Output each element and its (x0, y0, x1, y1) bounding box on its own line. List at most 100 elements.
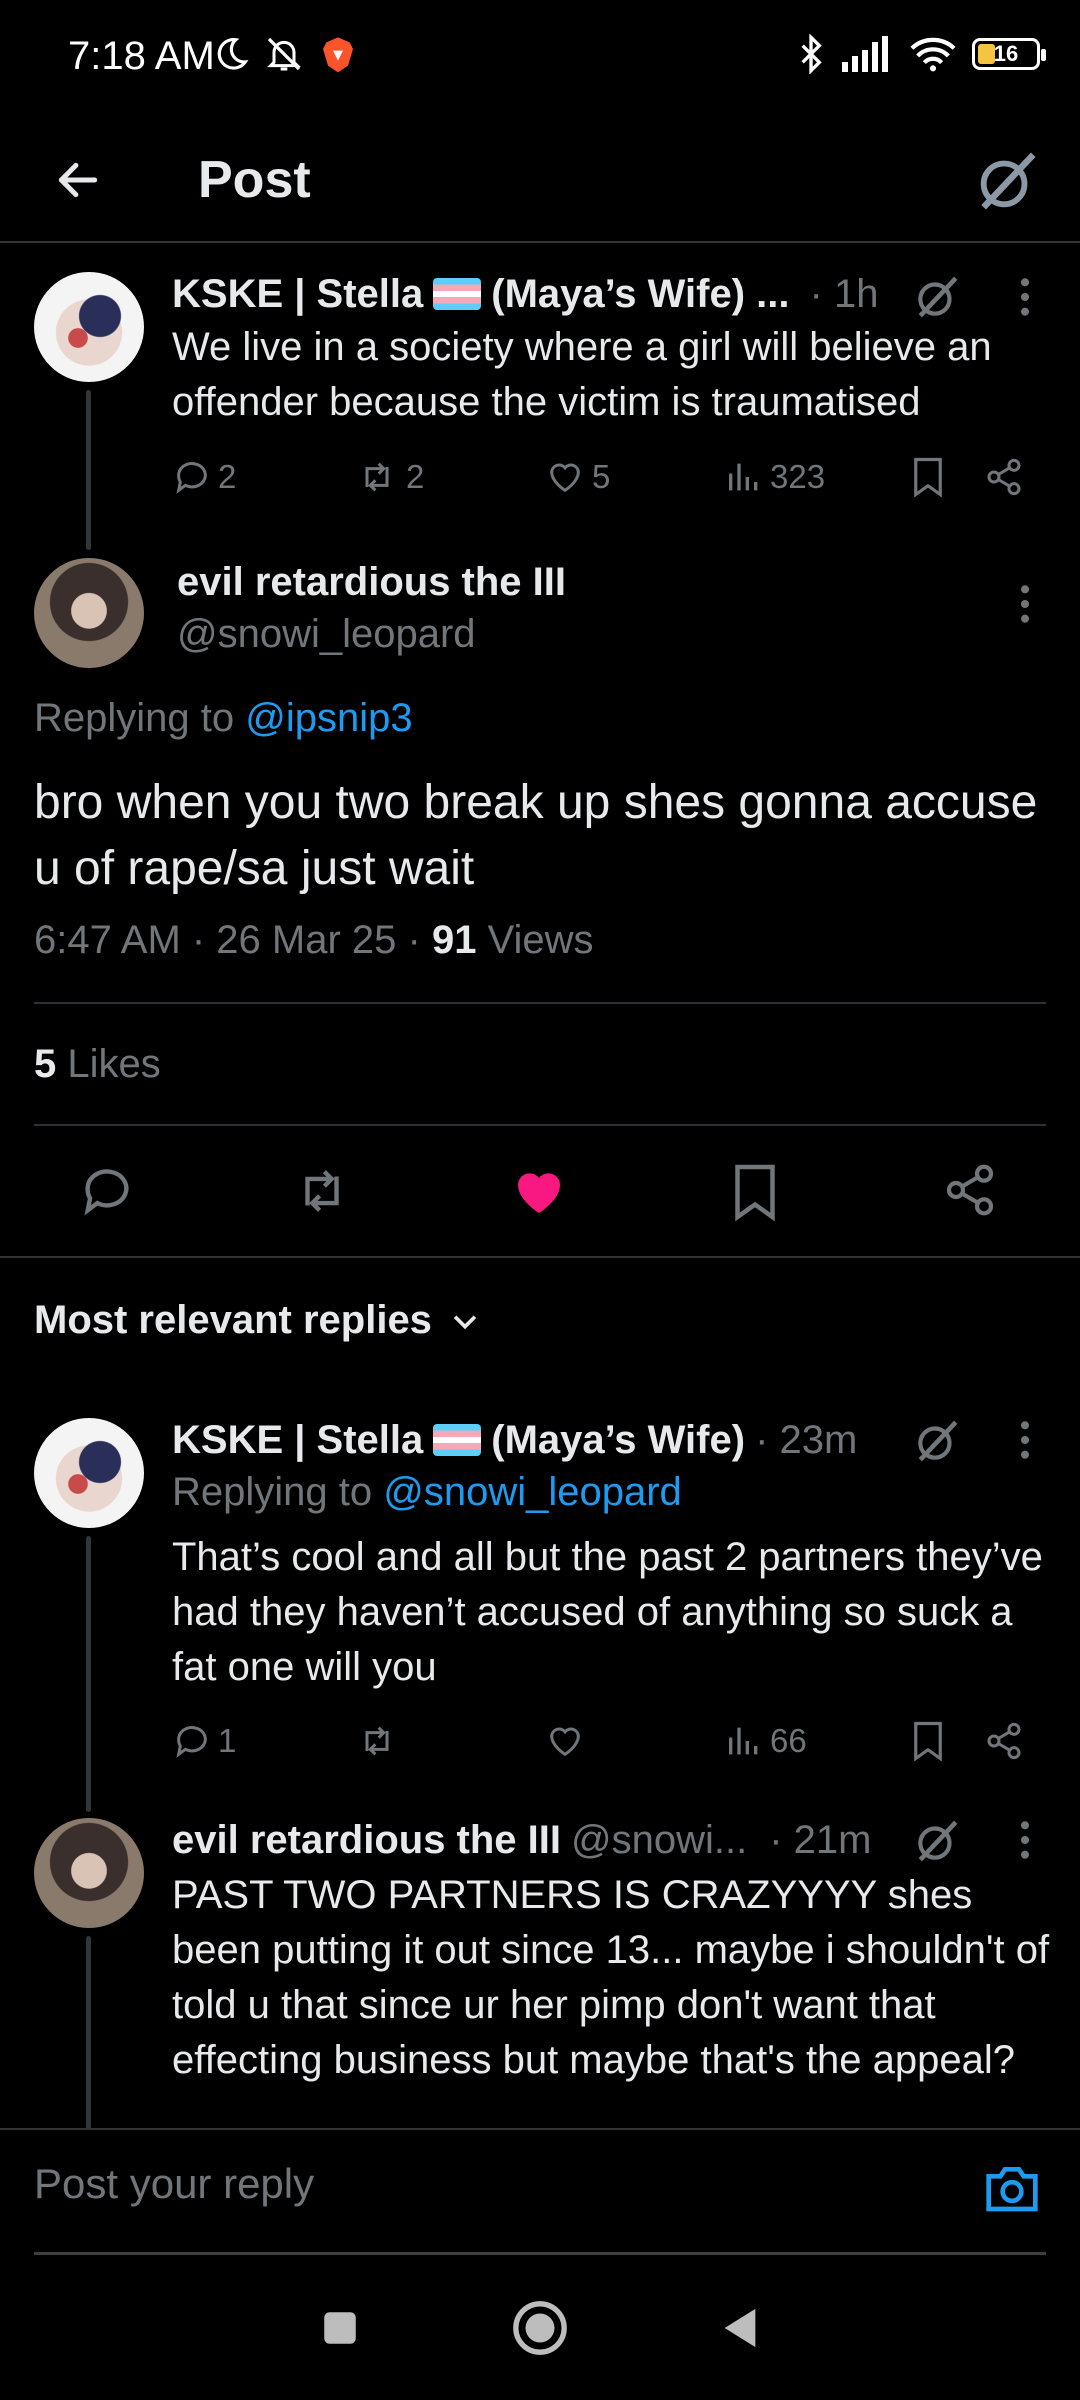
author-name[interactable]: KSKE | Stella (172, 270, 423, 318)
heart-icon (550, 463, 580, 493)
share-icon[interactable] (984, 1721, 1024, 1761)
battery-level: 16 (993, 41, 1019, 66)
brave-icon (323, 37, 353, 73)
grok-button[interactable] (972, 146, 1042, 216)
reply-button[interactable]: 2 (172, 457, 236, 497)
top-app-bar: Post (0, 118, 1080, 243)
parent-post-text: We live in a society where a girl will b… (172, 325, 992, 424)
replying-to-handle[interactable]: @snowi_leopard (383, 1470, 682, 1514)
more-options-icon[interactable] (1010, 275, 1040, 319)
avatar[interactable] (34, 1818, 144, 1928)
reply-input[interactable]: Post your reply (34, 2160, 314, 2208)
camera-icon[interactable] (984, 2162, 1040, 2214)
likes-summary[interactable]: 5 Likes (34, 1042, 161, 1087)
repost-icon (365, 462, 389, 492)
wifi-icon (910, 37, 956, 72)
like-button[interactable] (544, 1721, 592, 1761)
back-nav-icon[interactable] (719, 2305, 761, 2351)
bookmark-icon[interactable] (910, 456, 946, 498)
replying-to-handle[interactable]: @ipsnip3 (245, 696, 412, 740)
replying-to: Replying to @ipsnip3 (34, 696, 413, 741)
grok-icon[interactable] (912, 1816, 962, 1866)
like-button[interactable]: 5 (544, 457, 610, 497)
author-name-suffix[interactable]: (Maya’s Wife) (491, 1416, 745, 1464)
repost-icon (365, 1726, 389, 1756)
signal-icon (842, 36, 888, 72)
reply-button[interactable]: 1 (172, 1721, 236, 1761)
status-bar: 7:18 AM 16 (0, 0, 1080, 118)
main-post-text: bro when you two break up shes gonna acc… (34, 776, 1038, 895)
recents-icon[interactable] (319, 2307, 361, 2349)
share-icon[interactable] (942, 1162, 998, 1218)
moon-icon (217, 38, 249, 70)
system-nav-bar (0, 2256, 1080, 2400)
post-timestamp-row: 6:47 AM · 26 Mar 25 · 91 Views (34, 918, 594, 963)
reply-time: · 23m (755, 1418, 858, 1462)
reply-icon (176, 1726, 207, 1758)
author-handle[interactable]: @snowi... (571, 1816, 747, 1864)
reply-count: 1 (218, 1722, 237, 1759)
author-name[interactable]: KSKE | Stella (172, 1416, 423, 1464)
likes-label: Likes (56, 1042, 161, 1086)
views-count: 323 (770, 458, 826, 495)
chevron-down-icon (453, 1314, 477, 1329)
share-icon[interactable] (984, 457, 1024, 497)
thread-connector (86, 1536, 91, 1812)
replying-to-prefix: Replying to (172, 1470, 373, 1514)
avatar[interactable] (34, 558, 144, 668)
repost-icon[interactable] (290, 1162, 354, 1220)
views-icon (729, 1727, 758, 1755)
reply-time: · 21m (769, 1818, 872, 1862)
repost-button[interactable]: 2 (354, 457, 424, 497)
post-time: · 1h (809, 272, 879, 316)
reply-count: 2 (218, 458, 237, 495)
grok-icon (980, 152, 1036, 210)
thread-connector (86, 1936, 91, 2128)
author-name-suffix[interactable]: (Maya’s Wife) ... (491, 270, 789, 318)
reply-text: That’s cool and all but the past 2 partn… (172, 1535, 1043, 1689)
grok-icon[interactable] (912, 272, 962, 322)
more-options-icon[interactable] (1010, 582, 1040, 626)
views-icon (729, 463, 758, 491)
replies-sort-label: Most relevant replies (34, 1298, 432, 1342)
trans-flag-icon (433, 1424, 482, 1456)
more-options-icon[interactable] (1010, 1418, 1040, 1462)
back-button[interactable] (46, 148, 110, 212)
views-button[interactable]: 66 (724, 1721, 807, 1761)
reply-input-underline (34, 2252, 1046, 2255)
views-button[interactable]: 323 (724, 457, 825, 497)
repost-button[interactable] (354, 1721, 406, 1761)
avatar[interactable] (34, 1418, 144, 1528)
home-icon[interactable] (511, 2299, 569, 2357)
author-name[interactable]: evil retardious the III (172, 1816, 561, 1864)
divider (34, 1002, 1046, 1004)
thread-connector (86, 390, 91, 550)
parent-post-actions: 2 2 5 323 (172, 452, 1052, 502)
heart-filled-icon[interactable] (509, 1164, 569, 1220)
bookmark-icon[interactable] (730, 1162, 780, 1222)
reply-actions: 1 66 (172, 1716, 1052, 1766)
like-count: 5 (592, 458, 611, 495)
views-count: 66 (770, 1722, 807, 1759)
more-options-icon[interactable] (1010, 1818, 1040, 1862)
replies-sort-dropdown[interactable]: Most relevant replies (34, 1298, 482, 1343)
likes-count: 5 (34, 1042, 57, 1086)
trans-flag-icon (433, 278, 482, 310)
muted-bell-icon (267, 37, 301, 71)
grok-icon[interactable] (912, 1416, 962, 1466)
replying-to-prefix: Replying to (34, 696, 235, 740)
views-count: 91 (431, 918, 477, 962)
repost-count: 2 (406, 458, 425, 495)
status-time: 7:18 AM (68, 34, 215, 78)
reply-composer: Post your reply (0, 2128, 1080, 2256)
section-divider (0, 1256, 1080, 1258)
views-label: Views (476, 918, 594, 962)
main-author-name[interactable]: evil retardious the III (177, 560, 566, 605)
reply-icon (176, 462, 207, 494)
bookmark-icon[interactable] (910, 1720, 946, 1762)
status-icons-right: 16 (796, 34, 1046, 74)
reply-icon[interactable] (78, 1162, 136, 1220)
avatar[interactable] (34, 272, 144, 382)
status-icons-left (212, 34, 358, 74)
main-author-handle[interactable]: @snowi_leopard (177, 612, 476, 657)
